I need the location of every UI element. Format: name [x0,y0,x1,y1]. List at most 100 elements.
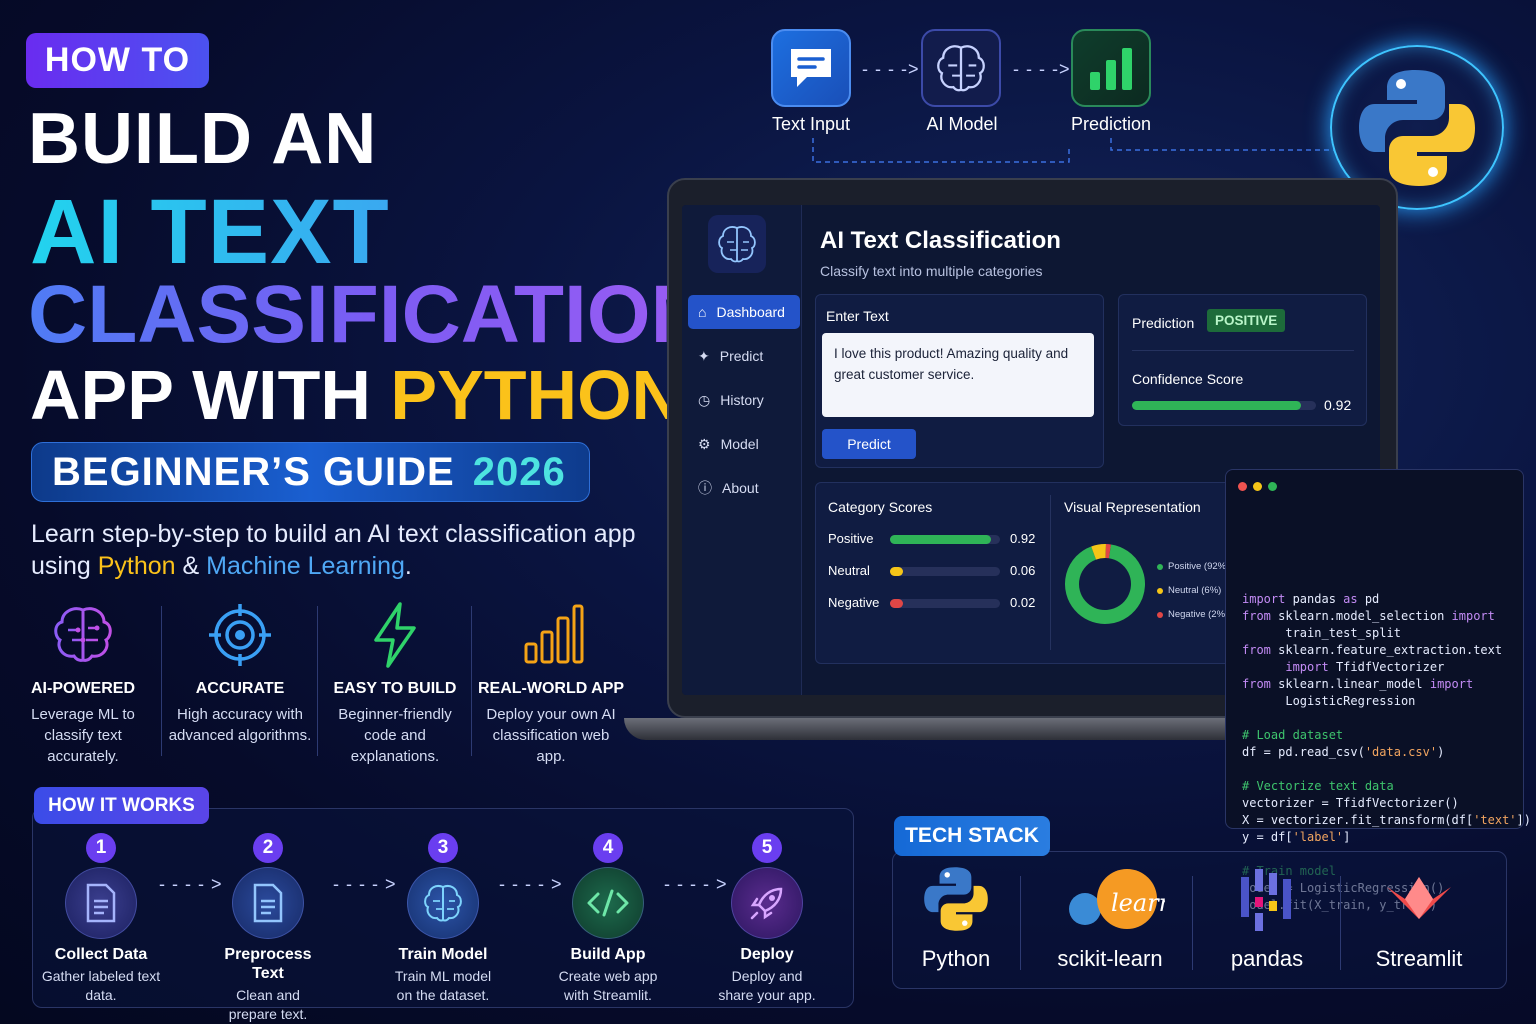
headline-python: PYTHON [390,356,683,434]
tech-label: scikit-learn [1057,946,1163,971]
code-token: import [1285,660,1329,674]
nav-label: Dashboard [716,304,785,320]
flow-label-text-input: Text Input [771,114,851,134]
step-desc: Gather labeled text data. [41,968,161,1003]
streamlit-logo [1387,877,1451,919]
code-token: TfidfVectorizer [1328,660,1445,674]
legend-dot [1157,611,1163,618]
code-line: df = pd.read_csv('data.csv') [1242,744,1523,761]
donut-chart [1065,544,1145,624]
text-input[interactable]: I love this product! Amazing quality and… [822,333,1094,417]
score-value: 0.02 [1010,595,1036,610]
guide-year: 2026 [472,449,566,494]
guide-label: BEGINNER’S GUIDE [52,449,455,494]
step-preprocess-text: 2 Preprocess Text Clean and prepare text… [203,833,333,1024]
prediction-panel: Prediction POSITIVE Confidence Score 0.9… [1118,294,1367,426]
feature-title: EASY TO BUILD [333,680,457,697]
nav-item-about[interactable]: ⓘ About [688,471,800,505]
code-token: import [1451,609,1495,623]
bar-chart-icon [476,598,626,672]
feature-divider [317,606,318,756]
feature-divider [471,606,472,756]
window-maximize-dot[interactable] [1268,482,1277,491]
score-bar-fill [890,535,992,544]
target-icon [165,598,315,672]
nav-item-predict[interactable]: ✦ Predict [688,339,800,373]
code-line: vectorizer = TfidfVectorizer() [1242,795,1523,812]
code-line: y = df['label'] [1242,829,1523,846]
nav-item-dashboard[interactable]: ⌂ Dashboard [688,295,800,329]
feature-title: AI-POWERED [31,680,135,697]
flow-label-prediction: Prediction [1070,114,1152,134]
step-title: Preprocess Text [224,946,312,982]
info-icon: ⓘ [698,480,712,496]
tech-label: Python [921,946,991,971]
code-token: train_test_split [1242,626,1401,640]
tech-scikit-learn: learn scikit-learn [1040,865,1180,972]
app-subtitle: Classify text into multiple categories [820,263,1043,279]
donut-slice [1065,544,1145,624]
headline-line-4: APP WITH PYTHON [30,355,682,435]
legend-label: Neutral (6%) [1168,585,1222,596]
visual-title: Visual Representation [1064,499,1201,515]
window-minimize-dot[interactable] [1253,482,1262,491]
enter-text-panel: Enter Text I love this product! Amazing … [815,294,1104,468]
window-close-dot[interactable] [1238,482,1247,491]
how-to-pill: HOW TO [26,33,209,88]
headline-line-1: BUILD AN [28,99,378,179]
divider [1340,876,1341,970]
gear-icon: ⚙ [698,435,711,452]
code-token: from [1242,643,1271,657]
code-line: # Load dataset [1242,727,1523,744]
prediction-badge: POSITIVE [1207,309,1286,332]
code-token: from [1242,677,1271,691]
flow-arrow: - - - -> [862,59,920,79]
legend-label: Positive (92%) [1168,561,1230,572]
feature-desc: Deploy your own AI classification web ap… [486,706,616,765]
step-desc: Deploy and share your app. [718,968,816,1003]
brain-icon [921,29,1001,107]
lead-end: . [404,552,412,580]
code-token: from [1242,609,1271,623]
step-desc: Train ML model on the dataset. [394,968,492,1003]
step-deploy: 5 Deploy Deploy and share your app. [702,833,832,1005]
code-line: from sklearn.feature_extraction.text [1242,642,1523,659]
code-token: ] [1343,830,1351,844]
score-bar-track [890,599,1000,608]
brain-icon [407,867,479,939]
step-desc: Clean and prepare text. [228,987,308,1022]
pandas-logo [1241,869,1291,931]
code-token: 'text' [1473,813,1517,827]
code-token: import [1242,592,1286,606]
step-number: 3 [428,833,458,863]
code-token: X = vectorizer.fit_transform(df[ [1242,813,1474,827]
tech-label: Streamlit [1375,946,1463,971]
step-number: 2 [253,833,283,863]
score-label: Positive [828,531,874,546]
code-token: ]) [1516,813,1531,827]
score-bar-fill [890,567,904,576]
code-line: X = vectorizer.fit_transform(df['text']) [1242,812,1531,829]
predict-button[interactable]: Predict [822,429,916,459]
headline-app-with: APP WITH [30,356,391,434]
flow-arrow: - - - -> [1013,59,1071,79]
code-line: from sklearn.linear_model import [1242,676,1523,693]
lead-python: Python [97,552,176,580]
code-token: LogisticRegression [1242,694,1416,708]
score-bar-track [890,567,1000,576]
nav-item-model[interactable]: ⚙ Model [688,427,800,461]
divider [1192,876,1193,970]
brain-icon [8,598,158,672]
code-token: # Vectorize text data [1242,779,1394,793]
step-title: Deploy [740,946,794,963]
score-value: 0.06 [1010,563,1036,578]
app-logo-brain-icon [708,215,766,273]
code-token: # Load dataset [1242,728,1344,742]
python-logo [924,867,988,931]
beginners-guide-banner: BEGINNER’S GUIDE 2026 [31,442,590,502]
score-label: Neutral [828,563,870,578]
code-token: 'label' [1292,830,1344,844]
nav-item-history[interactable]: ◷ History [688,383,800,417]
step-number: 5 [752,833,782,863]
prediction-label: Prediction [1132,315,1195,331]
